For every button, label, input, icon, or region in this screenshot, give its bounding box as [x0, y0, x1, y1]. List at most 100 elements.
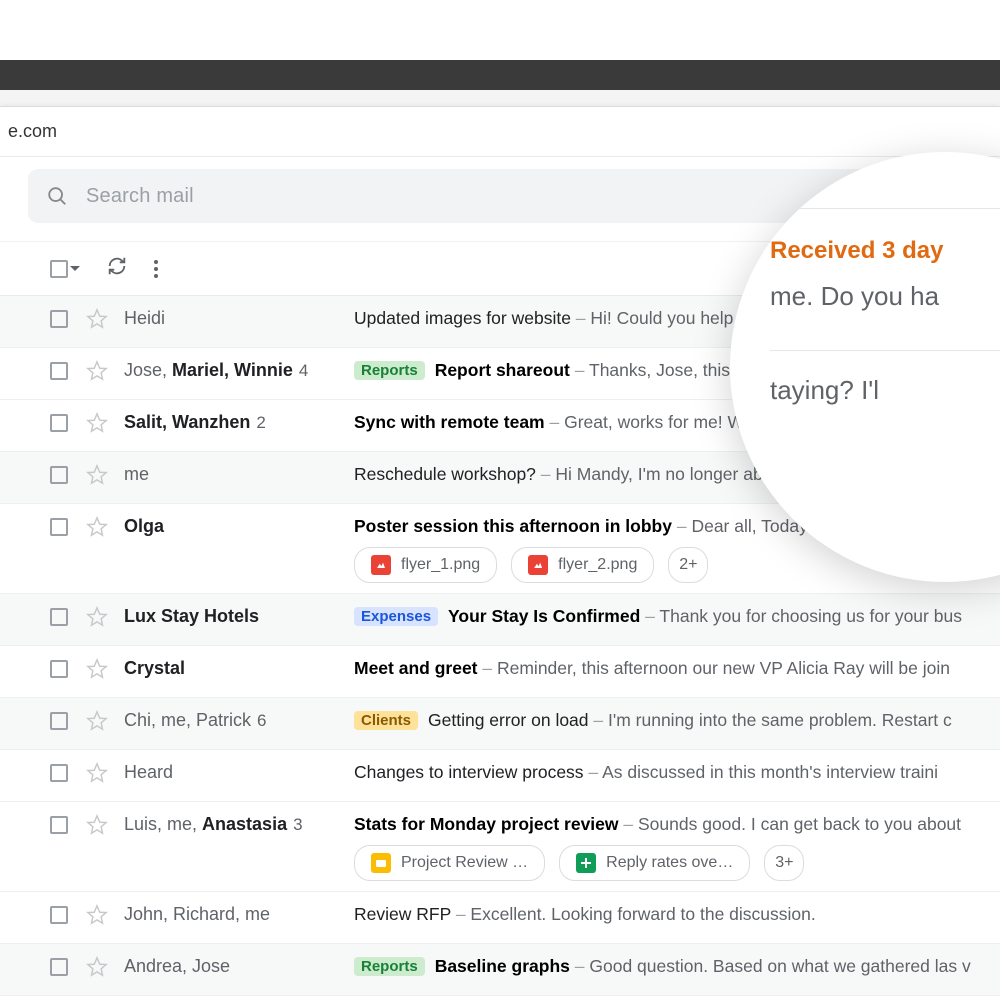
dot-icon — [154, 267, 158, 271]
attachment-chip[interactable]: flyer_2.png — [511, 547, 654, 583]
row-checkbox[interactable] — [50, 906, 68, 924]
url-text: e.com — [8, 121, 57, 142]
row-checkbox[interactable] — [50, 764, 68, 782]
star-icon — [86, 464, 108, 486]
attachment-chip[interactable]: flyer_1.png — [354, 547, 497, 583]
row-checkbox[interactable] — [50, 660, 68, 678]
thread-row[interactable]: Andrea, JoseReportsBaseline graphs – Goo… — [0, 944, 1000, 996]
subject: Meet and greet — [354, 658, 478, 678]
label-badge[interactable]: Reports — [354, 957, 425, 976]
thread-body: Stats for Monday project review – Sounds… — [354, 812, 1000, 881]
thread-body: ClientsGetting error on load – I'm runni… — [354, 708, 1000, 731]
subject: Baseline graphs — [435, 956, 570, 976]
more-menu-button[interactable] — [154, 260, 158, 278]
label-badge[interactable]: Expenses — [354, 607, 438, 626]
label-badge[interactable]: Clients — [354, 711, 418, 730]
star-button[interactable] — [86, 904, 108, 926]
row-checkbox[interactable] — [50, 816, 68, 834]
sheets-file-icon — [576, 853, 596, 873]
img-file-icon — [528, 555, 548, 575]
thread-row[interactable]: Luis, me, Anastasia3Stats for Monday pro… — [0, 802, 1000, 892]
thread-row[interactable]: Chi, me, Patrick6ClientsGetting error on… — [0, 698, 1000, 750]
star-button[interactable] — [86, 464, 108, 486]
star-icon — [86, 658, 108, 680]
row-checkbox[interactable] — [50, 414, 68, 432]
star-icon — [86, 308, 108, 330]
search-placeholder: Search mail — [86, 185, 194, 208]
preview: As discussed in this month's interview t… — [602, 762, 938, 782]
preview: Thank you for choosing us for your bus — [659, 606, 962, 626]
subject: Your Stay Is Confirmed — [448, 606, 640, 626]
slides-file-icon — [371, 853, 391, 873]
monitor-bezel — [0, 60, 1000, 90]
star-icon — [86, 412, 108, 434]
row-checkbox[interactable] — [50, 362, 68, 380]
preview: Hi Mandy, I'm no longer abl... — [555, 464, 781, 484]
star-button[interactable] — [86, 360, 108, 382]
sender: Jose, Mariel, Winnie4 — [124, 358, 354, 381]
star-button[interactable] — [86, 658, 108, 680]
star-button[interactable] — [86, 412, 108, 434]
star-button[interactable] — [86, 516, 108, 538]
nudge-headline: Received 3 day — [770, 209, 1000, 275]
preview: Reminder, this afternoon our new VP Alic… — [497, 658, 950, 678]
browser-tab-strip — [0, 90, 1000, 106]
preview: Sounds good. I can get back to you about — [638, 814, 961, 834]
subject: Getting error on load — [428, 710, 589, 730]
star-button[interactable] — [86, 606, 108, 628]
star-icon — [86, 606, 108, 628]
sender: John, Richard, me — [124, 902, 354, 925]
url-bar[interactable]: e.com — [0, 107, 1000, 157]
thread-row[interactable]: CrystalMeet and greet – Reminder, this a… — [0, 646, 1000, 698]
star-icon — [86, 956, 108, 978]
attachment-chip[interactable]: Project Review … — [354, 845, 545, 881]
subject: Report shareout — [435, 360, 570, 380]
star-button[interactable] — [86, 308, 108, 330]
star-icon — [86, 710, 108, 732]
sender: Heidi — [124, 306, 354, 329]
attachment-name: flyer_2.png — [558, 556, 637, 574]
thread-body: Meet and greet – Reminder, this afternoo… — [354, 656, 1000, 679]
sender: Salit, Wanzhen2 — [124, 410, 354, 433]
star-button[interactable] — [86, 956, 108, 978]
star-icon — [86, 360, 108, 382]
thread-row[interactable]: HeardChanges to interview process – As d… — [0, 750, 1000, 802]
attachment-chips: Project Review … Reply rates ove… 3+ — [354, 845, 990, 881]
search-icon — [46, 185, 68, 207]
refresh-button[interactable] — [106, 255, 128, 282]
attachment-more[interactable]: 2+ — [668, 547, 708, 583]
attachment-chip[interactable]: Reply rates ove… — [559, 845, 750, 881]
label-badge[interactable]: Reports — [354, 361, 425, 380]
row-checkbox[interactable] — [50, 310, 68, 328]
thread-body: Changes to interview process – As discus… — [354, 760, 1000, 783]
row-checkbox[interactable] — [50, 608, 68, 626]
attachment-more[interactable]: 3+ — [764, 845, 804, 881]
chevron-down-icon — [70, 266, 80, 271]
star-button[interactable] — [86, 814, 108, 836]
select-all-checkbox[interactable] — [50, 260, 80, 278]
thread-body: ReportsBaseline graphs – Good question. … — [354, 954, 1000, 977]
nudge-text-2: taying? I'l — [770, 375, 879, 406]
dot-icon — [154, 274, 158, 278]
attachment-name: flyer_1.png — [401, 556, 480, 574]
subject: Reschedule workshop? — [354, 464, 536, 484]
sender: Luis, me, Anastasia3 — [124, 812, 354, 835]
row-checkbox[interactable] — [50, 958, 68, 976]
sender: Lux Stay Hotels — [124, 604, 354, 627]
thread-body: ExpensesYour Stay Is Confirmed – Thank y… — [354, 604, 1000, 627]
sender: Olga — [124, 514, 354, 537]
star-button[interactable] — [86, 762, 108, 784]
sender: me — [124, 462, 354, 485]
sender: Crystal — [124, 656, 354, 679]
dot-icon — [154, 260, 158, 264]
thread-row[interactable]: John, Richard, meReview RFP – Excellent.… — [0, 892, 1000, 944]
thread-body: Review RFP – Excellent. Looking forward … — [354, 902, 1000, 925]
img-file-icon — [371, 555, 391, 575]
star-button[interactable] — [86, 710, 108, 732]
subject: Updated images for website — [354, 308, 571, 328]
row-checkbox[interactable] — [50, 712, 68, 730]
row-checkbox[interactable] — [50, 466, 68, 484]
thread-row[interactable]: Lux Stay HotelsExpenses Your Stay Is Conf… — [0, 594, 1000, 646]
row-checkbox[interactable] — [50, 518, 68, 536]
star-icon — [86, 904, 108, 926]
